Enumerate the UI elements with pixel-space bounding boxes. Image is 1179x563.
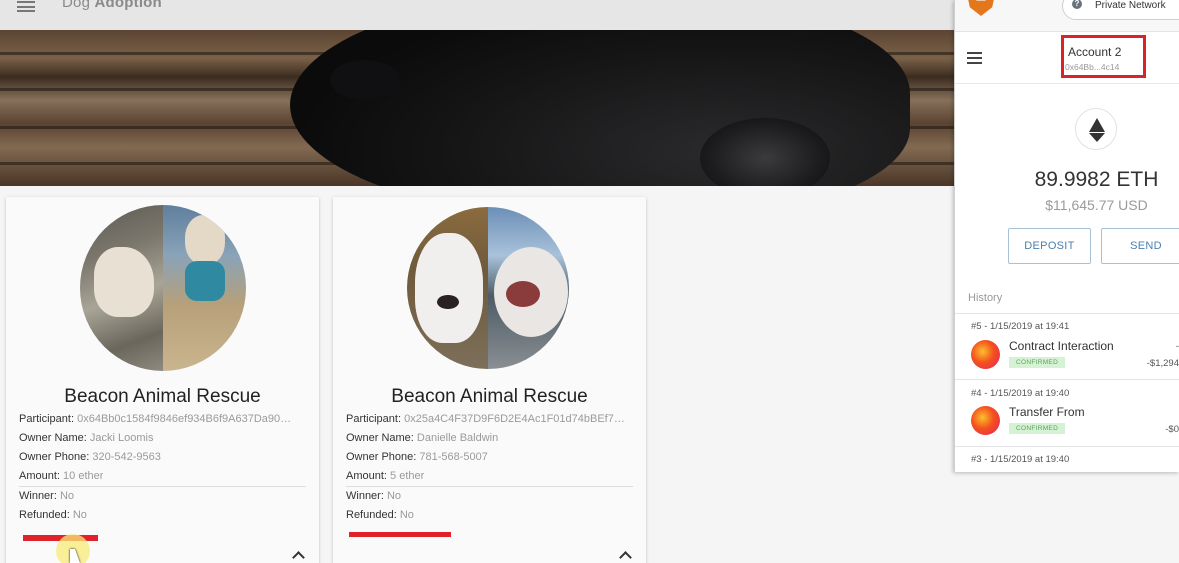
winner-row: Winner: No: [19, 490, 75, 502]
hamburger-menu-icon[interactable]: [17, 0, 35, 12]
dog-avatar: [407, 207, 569, 369]
transaction-identicon: [971, 406, 1000, 435]
owner-name-row: Owner Name: Jacki Loomis: [19, 432, 154, 444]
history-heading: History: [968, 292, 1003, 304]
red-underline-annotation: [349, 532, 451, 537]
owner-phone-row: Owner Phone: 320-542-9563: [19, 451, 161, 463]
dog-card: Beacon Animal Rescue Participant: 0x25a4…: [333, 197, 646, 563]
chevron-up-icon[interactable]: [619, 551, 632, 563]
owner-name-row: Owner Name: Danielle Baldwin: [346, 432, 499, 444]
app-title: Dog Adoption: [62, 0, 162, 11]
owner-phone-row: Owner Phone: 781-568-5007: [346, 451, 488, 463]
status-badge: CONFIRMED: [1009, 423, 1066, 434]
card-title: Beacon Animal Rescue: [64, 386, 261, 407]
chevron-up-icon[interactable]: [292, 551, 305, 563]
account-address[interactable]: 0x64Bb...4c14: [1065, 62, 1119, 72]
metamask-header: ? Private Network: [955, 0, 1179, 32]
send-button[interactable]: SEND: [1101, 228, 1179, 264]
refunded-row: Refunded: No: [346, 509, 414, 521]
dog-avatar: [80, 205, 246, 371]
mouse-pointer-icon: [70, 549, 80, 563]
hero-banner-image: [0, 30, 955, 186]
eth-balance: 89.9982 ETH: [1034, 168, 1159, 191]
status-badge: CONFIRMED: [1009, 357, 1066, 368]
refunded-row: Refunded: No: [19, 509, 87, 521]
card-title: Beacon Animal Rescue: [391, 386, 588, 407]
transaction-identicon: [971, 340, 1000, 369]
amount-row: Amount: 10 ether: [19, 470, 104, 482]
divider: [346, 486, 633, 487]
ethereum-icon: [1075, 108, 1117, 150]
account-name[interactable]: Account 2: [1068, 45, 1121, 59]
divider: [19, 486, 306, 487]
account-bar: Account 2 0x64Bb...4c14: [955, 32, 1179, 84]
hamburger-menu-icon[interactable]: [967, 52, 982, 64]
metamask-popup: ? Private Network Account 2 0x64Bb...4c1…: [954, 0, 1179, 472]
participant-row: Participant: 0x25a4C4F37D9F6D2E4Ac1F01d7…: [346, 413, 625, 425]
winner-row: Winner: No: [346, 490, 402, 502]
metamask-fox-icon: [967, 0, 995, 16]
network-label[interactable]: Private Network: [1095, 0, 1166, 11]
participant-row: Participant: 0x64Bb0c1584f9846ef934B6f9A…: [19, 413, 292, 425]
deposit-button[interactable]: DEPOSIT: [1008, 228, 1091, 264]
amount-row: Amount: 5 ether: [346, 470, 425, 482]
usd-balance: $11,645.77 USD: [1045, 197, 1148, 213]
dog-card: Beacon Animal Rescue Participant: 0x64Bb…: [6, 197, 319, 563]
account-selector[interactable]: Account 2 0x64Bb...4c14: [1061, 35, 1146, 78]
